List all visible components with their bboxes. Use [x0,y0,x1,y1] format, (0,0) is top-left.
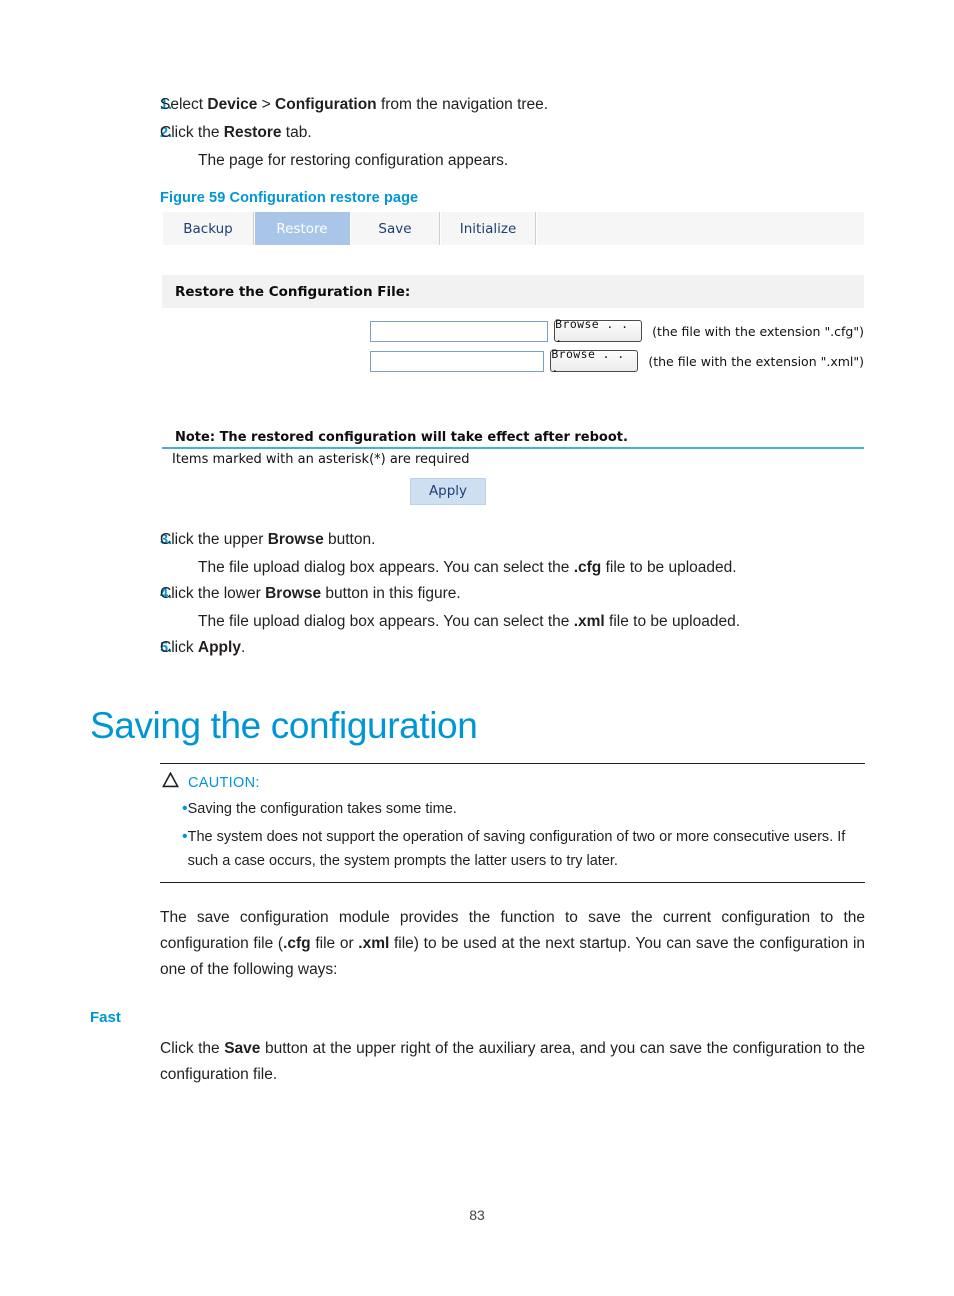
required-items-note: Items marked with an asterisk(*) are req… [172,452,470,467]
apply-button[interactable]: Apply [409,478,487,505]
step-text: Click the lower Browse button in this fi… [160,585,461,602]
reboot-note: Note: The restored configuration will ta… [175,430,628,445]
xml-file-input[interactable] [370,350,545,372]
cfg-file-input[interactable] [370,320,549,342]
configuration-restore-figure: Backup Restore Save Initialize Restore t… [162,212,864,505]
restore-form: Browse . . . (the file with the extensio… [162,308,864,376]
step-text: Click the Restore tab. [160,124,312,141]
tab-restore[interactable]: Restore [254,212,350,245]
step-item: 1. Select Device > Configuration from th… [90,92,865,118]
step-number: 4. [160,586,173,602]
document-page: 1. Select Device > Configuration from th… [0,0,954,1296]
caution-header: CAUTION: [160,771,865,793]
caution-title: CAUTION: [188,774,260,791]
xml-hint-text: (the file with the extension ".xml") [648,353,864,369]
step-sub-text: The file upload dialog box appears. You … [198,613,741,630]
step-text: Click the upper Browse button. [160,531,376,548]
cfg-browse-button[interactable]: Browse . . . [554,317,643,345]
bullet-icon: • [182,828,188,845]
tab-bar-filler [536,212,864,245]
xml-file-row: Browse . . . (the file with the extensio… [162,346,864,376]
step-sub-text: The file upload dialog box appears. You … [198,559,737,576]
caution-list-item: • Saving the configuration takes some ti… [160,797,865,821]
tab-bar: Backup Restore Save Initialize [162,212,864,245]
step-sub-text: The page for restoring configuration app… [198,152,509,169]
caution-list-item: • The system does not support the operat… [160,825,865,873]
tab-save[interactable]: Save [350,212,440,245]
form-bottom-spacer [162,376,864,430]
step-item: 4. Click the lower Browse button in this… [90,581,865,607]
page-number: 83 [469,1207,485,1223]
figure-caption: Figure 59 Configuration restore page [160,190,419,206]
steps-list-after-figure: 3. Click the upper Browse button. The fi… [90,527,865,661]
step-number: 3. [160,532,173,548]
tab-initialize[interactable]: Initialize [440,212,536,245]
caution-items: • Saving the configuration takes some ti… [160,797,865,873]
subheading-fast: Fast [90,1009,121,1026]
step-number: 2. [160,125,173,141]
intro-paragraph: The save configuration module provides t… [160,909,866,978]
caution-triangle-icon [162,771,179,793]
figure-spacer [162,245,864,275]
page-content: 1. Select Device > Configuration from th… [90,92,865,1104]
step-number: 5. [160,640,173,656]
caution-item-text: Saving the configuration takes some time… [187,801,457,817]
section-header-restore-file: Restore the Configuration File: [162,275,864,308]
bullet-icon: • [182,800,188,817]
caution-block: CAUTION: • Saving the configuration take… [160,763,865,883]
cfg-hint-text: (the file with the extension ".cfg") [652,323,864,339]
caution-item-text: The system does not support the operatio… [187,829,846,869]
step-number: 1. [160,97,173,113]
steps-list-before-figure: 1. Select Device > Configuration from th… [90,92,865,174]
step-item: 5. Click Apply. [90,635,865,661]
fast-paragraph: Click the Save button at the upper right… [160,1040,865,1083]
step-item: 2. Click the Restore tab. [90,120,865,146]
tab-backup[interactable]: Backup [162,212,254,245]
step-text: Click Apply. [160,639,246,656]
cfg-file-row: Browse . . . (the file with the extensio… [162,316,864,346]
xml-browse-button[interactable]: Browse . . . [550,347,639,375]
step-text: Select Device > Configuration from the n… [160,96,549,113]
step-item: 3. Click the upper Browse button. [90,527,865,553]
page-title: Saving the configuration [90,705,478,746]
apply-button-row: Apply [162,467,864,505]
